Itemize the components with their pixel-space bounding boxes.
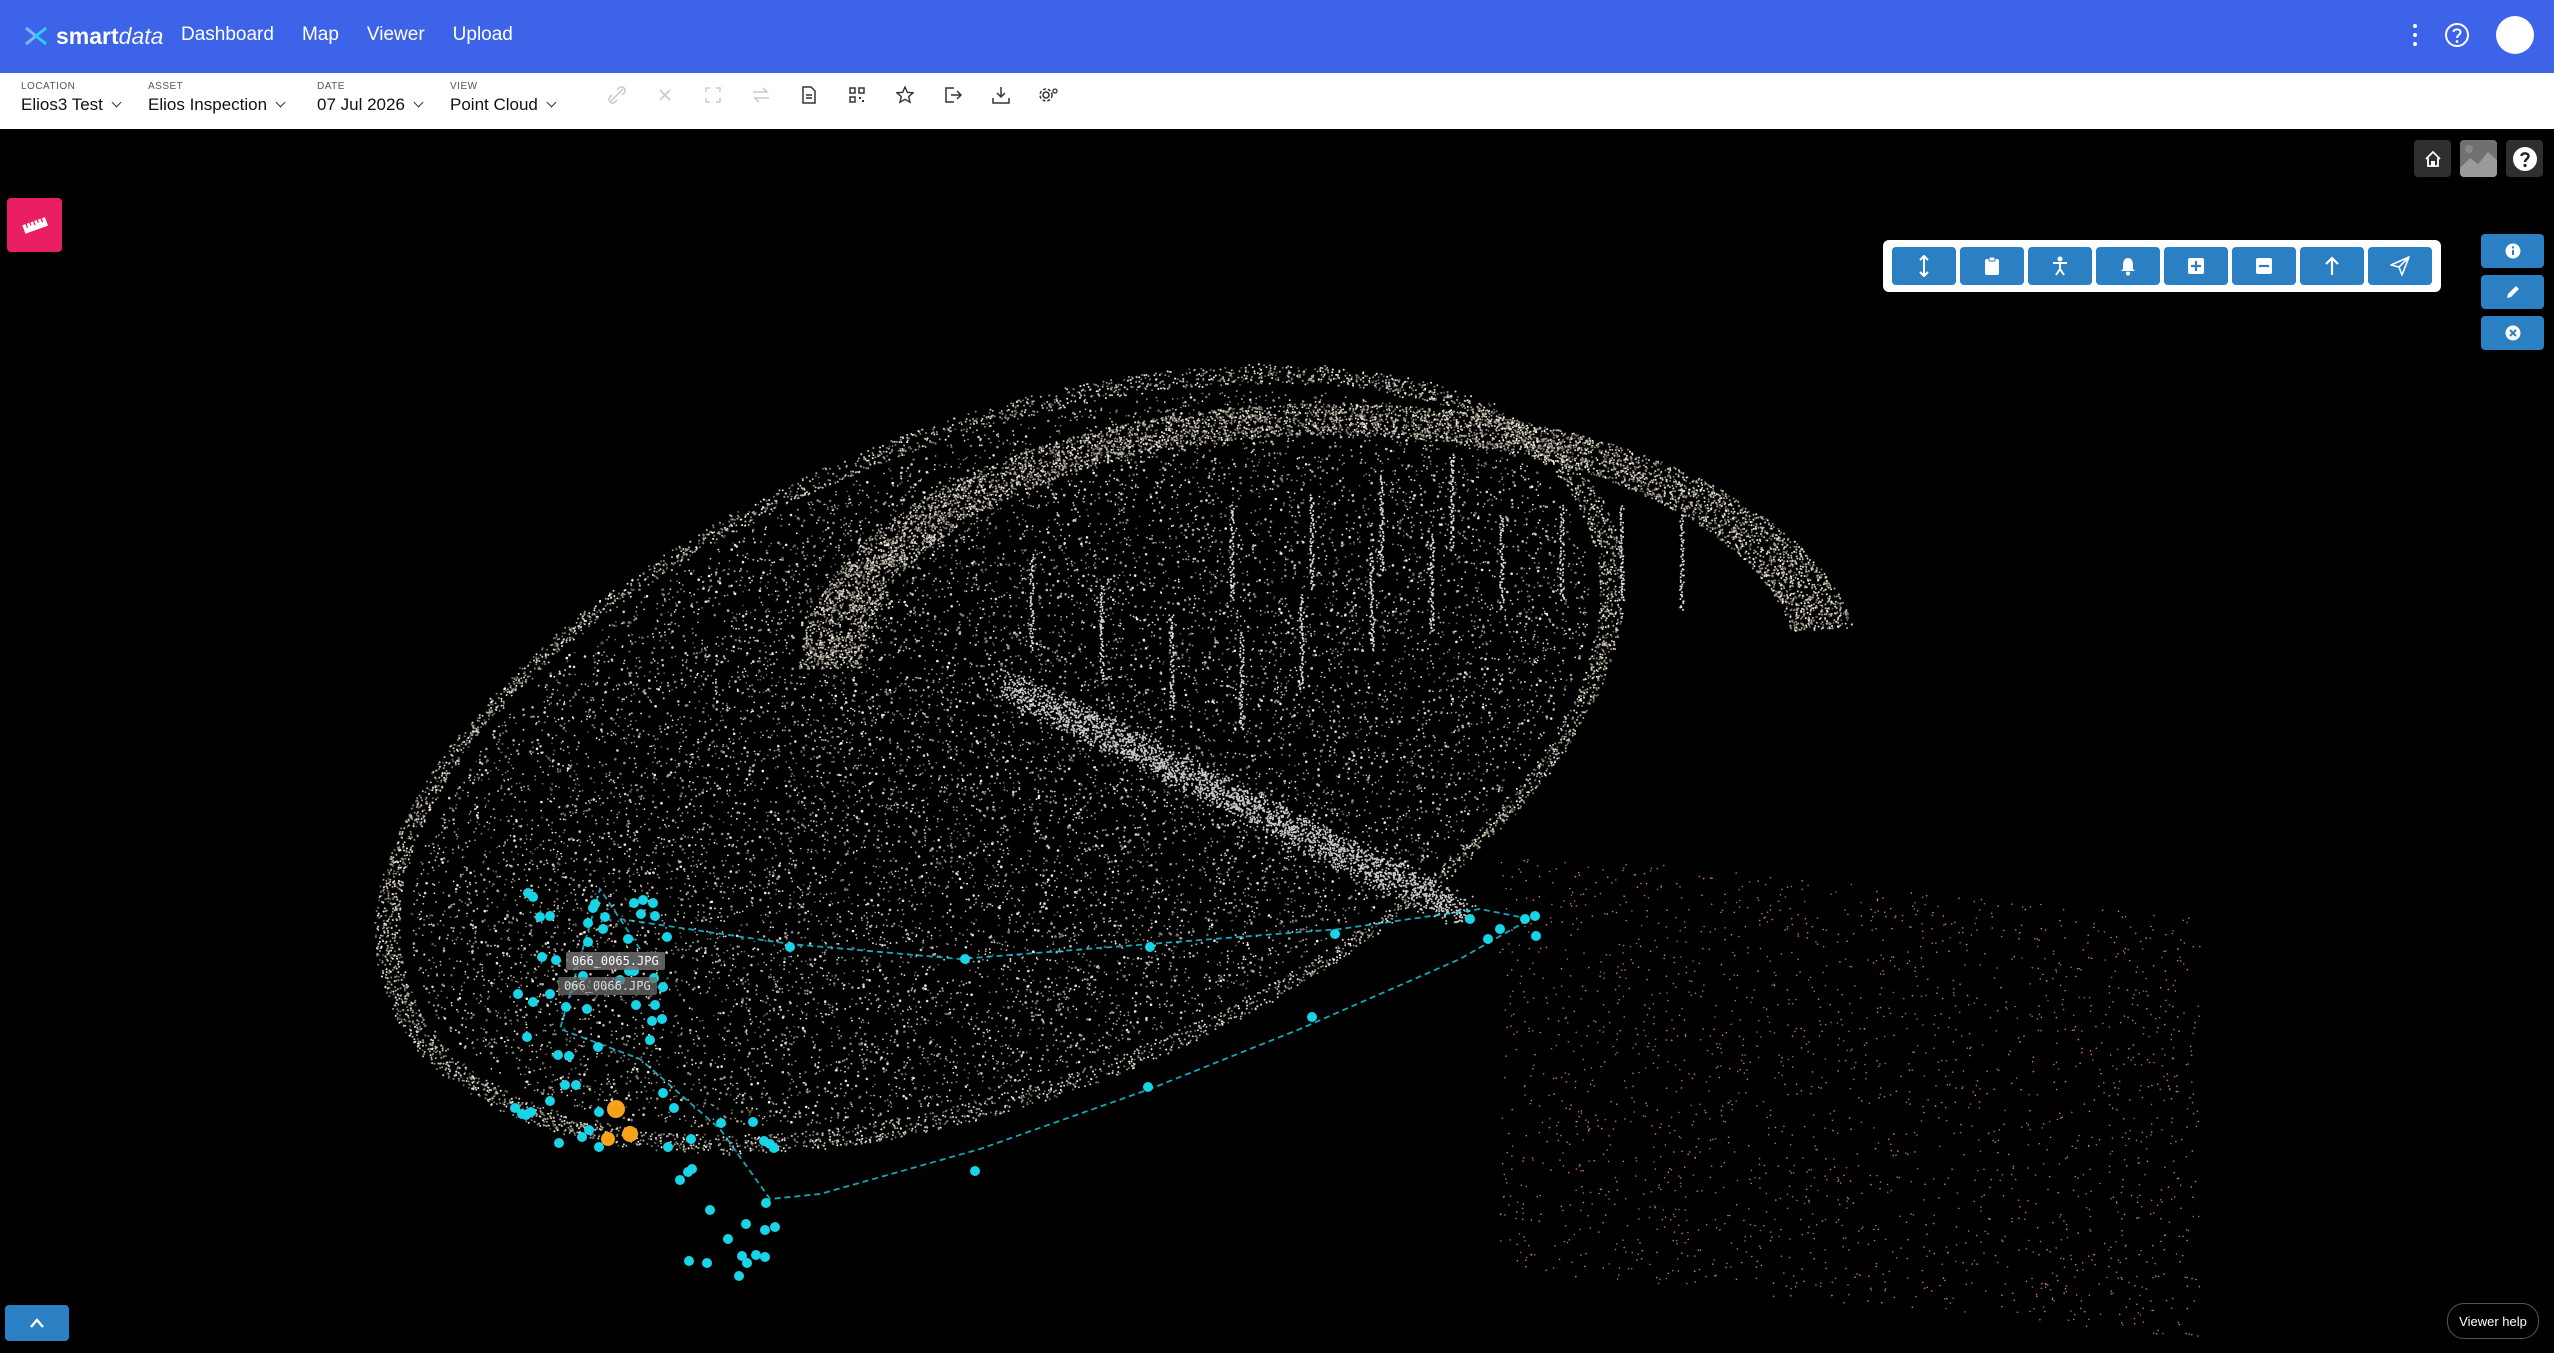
viewer-help-button[interactable] [2506,140,2543,177]
nav-map[interactable]: Map [302,24,339,46]
thumbnail-icon [2460,140,2497,177]
edit-button[interactable] [2481,275,2544,309]
point-cloud-viewer[interactable]: 066_0065.JPG 066_0066.JPG [0,129,2554,1353]
logo-text-bold: smart [56,23,119,50]
date-value: 07 Jul 2026 [317,95,405,114]
minus-square-icon [2256,258,2272,274]
view-dropdown[interactable]: VIEW Point Cloud [450,81,557,115]
asset-value: Elios Inspection [148,95,267,114]
star-icon[interactable] [894,84,916,106]
toolbar-actions [606,84,1060,106]
download-icon[interactable] [990,84,1012,106]
bell-tool-button[interactable] [2096,247,2160,285]
filter-toolbar: LOCATION Elios3 Test ASSET Elios Inspect… [0,73,2554,130]
home-button[interactable] [2414,140,2451,177]
close-circle-icon [2505,325,2520,341]
flight-path [510,886,1541,1281]
plus-square-icon [2188,258,2204,274]
ruler-icon [21,217,48,234]
bell-icon [2121,258,2135,276]
height-tool-button[interactable] [1892,247,1956,285]
thumbnail-button[interactable] [2460,140,2497,177]
settings-icon[interactable] [1038,84,1060,106]
date-dropdown[interactable]: DATE 07 Jul 2026 [317,81,424,115]
photo-label[interactable]: 066_0065.JPG [566,952,665,970]
chevron-down-icon [546,97,557,108]
edit-icon [2506,286,2519,298]
clipboard-icon [1985,256,1999,275]
nav-viewer[interactable]: Viewer [367,24,425,46]
user-avatar[interactable] [2496,16,2534,54]
arrow-up-tool-button[interactable] [2300,247,2364,285]
nav-dashboard[interactable]: Dashboard [181,24,274,46]
close-icon[interactable] [654,84,676,106]
add-tool-button[interactable] [2164,247,2228,285]
location-value: Elios3 Test [21,95,103,114]
annotation-tool-panel [1883,240,2441,292]
main-nav: Dashboard Map Viewer Upload [181,24,513,46]
date-label: DATE [317,81,422,92]
expand-icon[interactable] [702,84,724,106]
nav-upload[interactable]: Upload [453,24,513,46]
measure-tool-button[interactable] [7,198,62,252]
send-icon [2390,256,2410,276]
chevron-down-icon [413,97,424,108]
asset-label: ASSET [148,81,284,92]
document-icon[interactable] [798,84,820,106]
smartdata-logo-icon [25,26,47,46]
expand-drawer-button[interactable] [5,1305,69,1341]
close-panel-button[interactable] [2481,316,2544,350]
info-icon [2505,243,2520,259]
view-value: Point Cloud [450,95,538,114]
unlink-icon[interactable] [606,84,628,106]
smartdata-logo[interactable]: smart data [22,20,163,52]
help-icon [2512,146,2537,171]
location-dropdown[interactable]: LOCATION Elios3 Test [21,81,122,115]
arrow-up-icon [2325,256,2339,275]
nav-right [2412,16,2534,54]
person-tool-button[interactable] [2028,247,2092,285]
swap-icon[interactable] [750,84,772,106]
send-tool-button[interactable] [2368,247,2432,285]
remove-tool-button[interactable] [2232,247,2296,285]
info-button[interactable] [2481,234,2544,268]
logo-text-light: data [119,23,164,50]
photo-label[interactable]: 066_0066.JPG [558,977,657,995]
chevron-down-icon [275,97,286,108]
qr-icon[interactable] [846,84,868,106]
point-cloud-canvas[interactable] [0,129,2554,1353]
height-icon [1919,255,1929,277]
viewer-help-pill[interactable]: Viewer help [2447,1303,2539,1339]
chevron-down-icon [111,97,122,108]
help-icon[interactable] [2444,22,2470,48]
location-label: LOCATION [21,81,120,92]
chevron-up-icon [30,1318,44,1328]
view-label: VIEW [450,81,555,92]
home-icon [2424,150,2441,167]
clipboard-tool-button[interactable] [1960,247,2024,285]
top-navbar: smart data Dashboard Map Viewer Upload [0,0,2554,73]
person-icon [2053,256,2067,276]
asset-dropdown[interactable]: ASSET Elios Inspection [148,81,286,115]
kebab-menu-icon[interactable] [2412,24,2418,46]
export-icon[interactable] [942,84,964,106]
